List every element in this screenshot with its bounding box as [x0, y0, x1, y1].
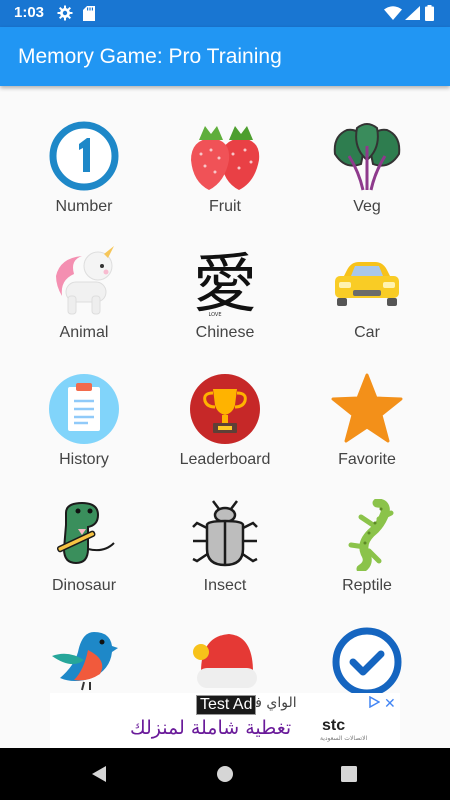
lizard-icon — [348, 499, 394, 571]
ad-choices-icon[interactable] — [368, 696, 380, 708]
ad-brand-subtitle: الاتصالات السعودية — [320, 735, 368, 742]
category-chinese[interactable]: 愛 LOVE Chinese — [150, 246, 300, 366]
gear-icon — [57, 5, 73, 21]
car-icon — [335, 262, 399, 306]
category-label: Dinosaur — [51, 577, 117, 594]
app-title: Memory Game: Pro Training — [18, 45, 282, 68]
category-leaderboard[interactable]: Leaderboard — [150, 373, 300, 493]
back-icon[interactable] — [90, 765, 108, 783]
wifi-icon — [384, 6, 402, 20]
santa-hat-icon — [193, 634, 257, 688]
strawberry-icon — [191, 126, 260, 190]
clipboard-icon — [49, 374, 119, 444]
ad-close-icon[interactable]: ✕ — [384, 696, 396, 712]
app-bar: Memory Game: Pro Training — [0, 27, 450, 86]
star-icon — [331, 373, 403, 443]
category-history[interactable]: History — [9, 373, 159, 493]
number-one-icon — [49, 121, 119, 191]
category-label: Veg — [353, 198, 381, 215]
recent-apps-icon[interactable] — [341, 766, 357, 782]
ad-tagline: تغطية شاملة لمنزلك — [130, 717, 292, 739]
status-bar: 1:03 — [0, 0, 450, 27]
category-insect[interactable]: Insect — [150, 499, 300, 619]
trophy-icon — [190, 374, 260, 444]
home-icon[interactable] — [216, 765, 234, 783]
ad-banner[interactable]: الواي فاي Test Ad تغطية شاملة لمنزلك stc… — [50, 693, 400, 748]
category-grid: Number Fruit Veg Animal 愛 LOVE Chinese C… — [0, 86, 450, 748]
category-favorite[interactable]: Favorite — [292, 373, 442, 493]
category-label: Favorite — [338, 451, 396, 468]
signal-icon — [405, 6, 420, 20]
ad-brand-logo: stc — [322, 717, 346, 734]
battery-icon — [425, 5, 434, 21]
category-label: Insect — [203, 577, 247, 594]
category-label: Reptile — [342, 577, 392, 594]
checkmark-icon — [332, 627, 402, 697]
navigation-bar — [0, 748, 450, 800]
dinosaur-icon — [56, 501, 115, 565]
chinese-character-icon: 愛 LOVE — [193, 248, 257, 318]
category-label: Number — [55, 198, 113, 215]
sd-card-icon — [83, 6, 95, 21]
unicorn-icon — [56, 246, 114, 315]
category-reptile[interactable]: Reptile — [292, 499, 442, 619]
bird-icon — [52, 632, 118, 691]
category-number[interactable]: Number — [9, 120, 159, 240]
ad-test-label: Test Ad — [196, 695, 257, 715]
category-label: Fruit — [209, 198, 241, 215]
category-label: History — [59, 451, 109, 468]
category-dinosaur[interactable]: Dinosaur — [9, 499, 159, 619]
category-veg[interactable]: Veg — [292, 120, 442, 240]
status-time: 1:03 — [14, 4, 45, 21]
beetle-icon — [192, 500, 258, 567]
category-fruit[interactable]: Fruit — [150, 120, 300, 240]
chinese-caption: LOVE — [208, 312, 221, 318]
category-label: Leaderboard — [179, 451, 271, 468]
category-car[interactable]: Car — [292, 246, 442, 366]
spinach-icon — [333, 123, 401, 191]
category-label: Car — [354, 324, 380, 341]
chinese-glyph: 愛 — [193, 248, 257, 318]
category-animal[interactable]: Animal — [9, 246, 159, 366]
category-label: Animal — [59, 324, 109, 341]
category-label: Chinese — [195, 324, 255, 341]
